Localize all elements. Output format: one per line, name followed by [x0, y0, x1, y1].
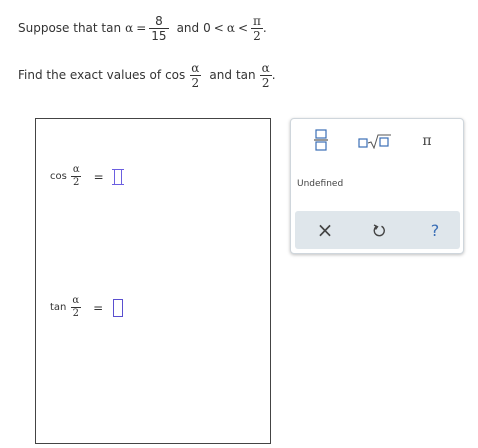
tan-answer-label: tan — [50, 302, 67, 313]
tan-answer-denominator: 2 — [70, 307, 81, 319]
clear-button[interactable]: × — [305, 211, 345, 249]
alpha-symbol: α — [125, 21, 134, 35]
fraction-button[interactable] — [309, 125, 333, 155]
tan-answer-numerator: α — [72, 295, 80, 306]
undefined-button[interactable]: Undefined — [297, 179, 343, 189]
cos-function: cos — [165, 68, 186, 82]
square-root-button[interactable] — [355, 129, 395, 153]
problem-line-1: Suppose that tan α = 8 15 and 0 < α < π … — [18, 8, 267, 48]
answer-panel: cos α 2 = tan α 2 = — [35, 118, 271, 444]
range-upper-numerator: π — [253, 13, 261, 28]
half-angle-denominator-2: 2 — [259, 74, 272, 90]
half-angle-denominator: 2 — [189, 74, 202, 90]
tan-answer-input[interactable] — [113, 298, 124, 317]
instruction-prefix: Find the exact values of — [18, 68, 162, 82]
period: . — [262, 21, 267, 35]
cos-answer-fraction: α 2 — [71, 165, 82, 188]
equals-sign: = — [136, 21, 147, 35]
problem-line-2: Find the exact values of cos α 2 and tan… — [18, 58, 276, 92]
range-upper-fraction: π 2 — [251, 15, 263, 42]
help-button[interactable]: ? — [415, 211, 455, 249]
clear-icon: × — [316, 218, 334, 242]
and-word-2: and — [209, 68, 232, 82]
half-angle-numerator-2: α — [261, 60, 270, 75]
cos-answer-label: cos — [50, 171, 67, 182]
tan-equals-sign: = — [93, 300, 104, 315]
problem-prefix: Suppose that tan — [18, 21, 122, 35]
square-root-icon — [358, 134, 391, 149]
period-2: . — [271, 68, 276, 82]
cos-answer-numerator: α — [72, 164, 80, 175]
tan-half-angle-fraction: α 2 — [259, 60, 272, 90]
range-upper-denominator: 2 — [251, 27, 263, 43]
undo-icon — [373, 224, 385, 237]
pi-button[interactable]: π — [413, 129, 441, 153]
pi-icon: π — [422, 133, 432, 149]
tan-value-numerator: 8 — [155, 13, 163, 28]
help-icon: ? — [430, 220, 440, 240]
half-angle-numerator: α — [191, 60, 200, 75]
tan-value-denominator: 15 — [149, 27, 169, 43]
tan-answer-fraction: α 2 — [70, 296, 81, 319]
alpha-symbol-2: α — [226, 21, 235, 35]
cos-answer-input[interactable] — [111, 168, 124, 185]
cos-equals-sign: = — [93, 169, 104, 184]
fraction-icon — [314, 129, 328, 151]
cos-answer-row: cos α 2 = — [50, 165, 124, 188]
and-word: and — [176, 21, 200, 35]
tan-value-fraction: 8 15 — [149, 13, 169, 43]
undo-button[interactable] — [359, 211, 399, 249]
less-than-2: < — [237, 21, 249, 35]
action-bar: × ? — [295, 211, 460, 249]
range-lower: 0 — [203, 21, 211, 35]
tan-answer-row: tan α 2 = — [50, 296, 124, 319]
cos-answer-denominator: 2 — [71, 176, 82, 188]
cos-half-angle-fraction: α 2 — [189, 60, 202, 90]
tan-function: tan — [235, 68, 256, 82]
math-toolbar: π Undefined × ? — [290, 118, 464, 254]
less-than-1: < — [213, 21, 224, 35]
